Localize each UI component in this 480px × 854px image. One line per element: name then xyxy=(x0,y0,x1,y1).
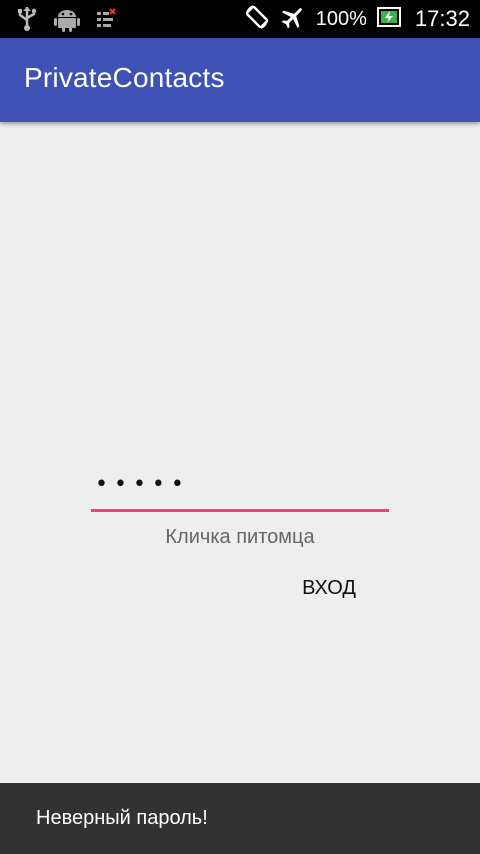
screen-rotation-icon xyxy=(244,4,270,34)
status-bar: 100% 17:32 xyxy=(0,0,480,38)
airplane-mode-icon xyxy=(280,4,306,34)
status-bar-right: 100% 17:32 xyxy=(244,0,470,38)
app-title: PrivateContacts xyxy=(24,62,225,93)
snackbar-message: Неверный пароль! xyxy=(36,807,208,829)
app-bar: PrivateContacts xyxy=(0,38,480,122)
battery-charging-icon xyxy=(376,6,401,32)
android-debug-icon xyxy=(54,6,80,36)
clock-time: 17:32 xyxy=(414,6,470,31)
password-value: ••••• xyxy=(95,472,190,497)
password-input-underline xyxy=(91,509,389,512)
notification-icon xyxy=(96,8,116,34)
password-input[interactable]: ••••• xyxy=(91,470,389,514)
login-button[interactable]: ВХОД xyxy=(284,566,374,610)
usb-icon xyxy=(16,6,38,36)
password-hint-label: Кличка питомца xyxy=(165,526,315,548)
snackbar: Неверный пароль! xyxy=(0,783,480,854)
battery-percentage: 100% xyxy=(315,7,367,30)
status-bar-left xyxy=(16,6,116,36)
